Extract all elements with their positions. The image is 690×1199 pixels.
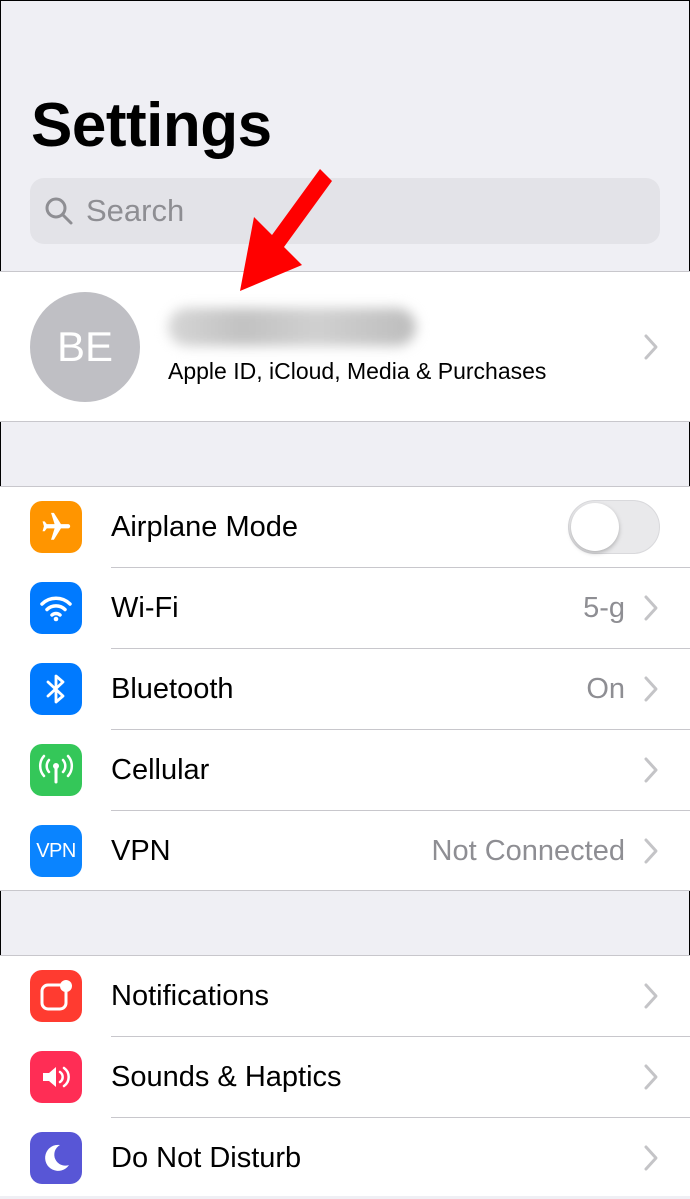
page-title: Settings (31, 91, 272, 160)
bluetooth-icon (30, 663, 82, 715)
toggle-knob (571, 503, 619, 551)
notifications-group: Notifications Sounds & Haptics Do Not Di… (0, 955, 690, 1196)
notifications-icon (30, 970, 82, 1022)
chevron-right-icon (644, 334, 658, 360)
row-label: Airplane Mode (111, 511, 298, 543)
row-label: Cellular (111, 754, 210, 786)
chevron-right-icon (644, 757, 658, 783)
search-bar[interactable] (30, 178, 660, 244)
chevron-right-icon (644, 838, 658, 864)
row-do-not-disturb[interactable]: Do Not Disturb (0, 1118, 690, 1199)
row-notifications[interactable]: Notifications (0, 956, 690, 1037)
row-value: Not Connected (431, 835, 625, 867)
wifi-icon (30, 582, 82, 634)
speaker-icon (30, 1051, 82, 1103)
row-label: Sounds & Haptics (111, 1061, 342, 1093)
row-label: Wi-Fi (111, 592, 179, 624)
row-value: On (586, 673, 625, 705)
chevron-right-icon (644, 676, 658, 702)
row-label: Do Not Disturb (111, 1142, 302, 1174)
chevron-right-icon (644, 595, 658, 621)
avatar: BE (30, 292, 140, 402)
row-value: 5-g (583, 592, 625, 624)
airplane-mode-toggle[interactable] (568, 500, 660, 554)
apple-id-profile-row[interactable]: BE Apple ID, iCloud, Media & Purchases (0, 271, 690, 422)
vpn-icon-text: VPN (36, 839, 76, 862)
row-label: Bluetooth (111, 673, 234, 705)
row-label: VPN (111, 835, 171, 867)
row-bluetooth[interactable]: Bluetooth On (0, 649, 690, 730)
row-cellular[interactable]: Cellular (0, 730, 690, 811)
search-input[interactable] (84, 192, 628, 230)
airplane-icon (30, 501, 82, 553)
connectivity-group: Airplane Mode Wi-Fi 5-g Bluetooth On Cel… (0, 486, 690, 891)
profile-subtitle: Apple ID, iCloud, Media & Purchases (168, 358, 547, 384)
row-airplane-mode[interactable]: Airplane Mode (0, 487, 690, 568)
cellular-icon (30, 744, 82, 796)
chevron-right-icon (644, 983, 658, 1009)
row-wifi[interactable]: Wi-Fi 5-g (0, 568, 690, 649)
row-label: Notifications (111, 980, 269, 1012)
chevron-right-icon (644, 1145, 658, 1171)
search-icon (45, 197, 73, 225)
chevron-right-icon (644, 1064, 658, 1090)
row-sounds-haptics[interactable]: Sounds & Haptics (0, 1037, 690, 1118)
moon-icon (30, 1132, 82, 1184)
row-vpn[interactable]: VPN VPN Not Connected (0, 811, 690, 892)
annotation-arrow-icon (240, 169, 332, 291)
blurred-account-name (168, 308, 416, 346)
vpn-icon: VPN (30, 825, 82, 877)
